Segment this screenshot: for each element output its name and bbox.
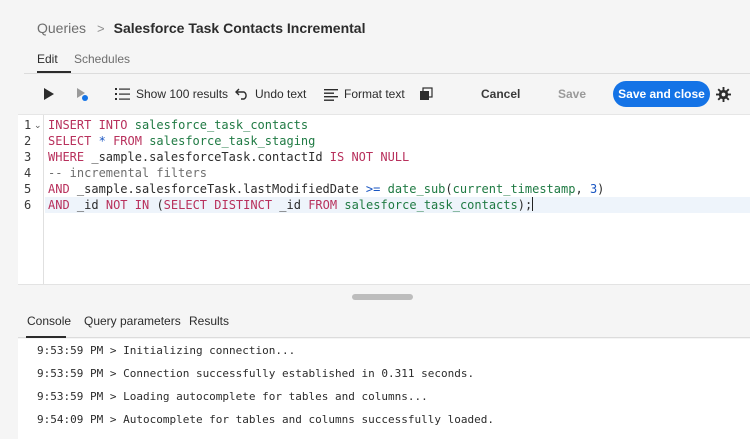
comment: -- incremental filters xyxy=(48,166,207,180)
function-name: current_timestamp xyxy=(452,182,576,196)
play-icon xyxy=(44,88,54,100)
line-number: 1 xyxy=(24,118,32,132)
sql-editor[interactable]: 1 ⌄ 2 3 4 5 6 INSERT INTO salesforce_tas… xyxy=(18,114,750,285)
log-line: 9:53:59 PM > Loading autocomplete for ta… xyxy=(37,390,428,403)
keyword: IS NOT NULL xyxy=(329,150,410,164)
tab-edit[interactable]: Edit xyxy=(37,52,58,66)
format-text-button[interactable]: Format text xyxy=(324,75,405,113)
copy-button[interactable] xyxy=(419,75,433,113)
fold-chevron-icon[interactable]: ⌄ xyxy=(34,120,42,131)
field-path: _sample.salesforceTask.contactId xyxy=(91,150,323,164)
format-label: Format text xyxy=(344,87,405,101)
show-results-button[interactable]: Show 100 results xyxy=(115,75,228,113)
undo-label: Undo text xyxy=(255,87,307,101)
save-and-close-button[interactable]: Save and close xyxy=(613,81,710,107)
keyword: FROM xyxy=(308,198,338,212)
console-output: 9:53:59 PM > Initializing connection... … xyxy=(18,339,750,439)
keyword: AND xyxy=(48,198,70,212)
keyword: SELECT xyxy=(48,134,92,148)
code-line[interactable]: AND _id NOT IN (SELECT DISTINCT _id FROM… xyxy=(48,197,534,213)
cancel-button[interactable]: Cancel xyxy=(481,75,520,113)
panel-divider xyxy=(18,284,750,285)
text-cursor xyxy=(532,197,534,211)
line-number: 5 xyxy=(24,182,32,196)
save-button[interactable]: Save xyxy=(558,75,586,113)
code-line[interactable]: WHERE _sample.salesforceTask.contactId I… xyxy=(48,149,409,165)
identifier: salesforce_task_staging xyxy=(149,134,316,148)
undo-button[interactable]: Undo text xyxy=(235,75,306,113)
show-results-label: Show 100 results xyxy=(136,87,229,101)
field-name: _id xyxy=(76,198,99,212)
punctuation: ); xyxy=(517,198,533,212)
settings-button[interactable] xyxy=(716,75,731,113)
format-icon xyxy=(324,88,338,101)
run-selection-icon xyxy=(77,88,88,101)
active-tab-indicator xyxy=(26,336,66,338)
punctuation: ) xyxy=(597,182,605,196)
copy-icon xyxy=(420,87,433,100)
identifier: salesforce_task_contacts xyxy=(134,118,309,132)
chevron-right-icon: > xyxy=(97,20,105,36)
list-icon xyxy=(115,88,130,100)
punctuation: ( xyxy=(445,182,453,196)
run-selected-button[interactable] xyxy=(74,75,90,113)
line-number: 2 xyxy=(24,134,32,148)
breadcrumb-queries-link[interactable]: Queries xyxy=(37,20,86,36)
line-gutter: 1 ⌄ 2 3 4 5 6 xyxy=(18,115,44,285)
tab-query-parameters[interactable]: Query parameters xyxy=(84,314,181,328)
keyword: SELECT DISTINCT xyxy=(163,198,273,212)
field-name: _id xyxy=(279,198,301,212)
run-button[interactable] xyxy=(41,75,55,113)
keyword: FROM xyxy=(113,134,142,148)
identifier: salesforce_task_contacts xyxy=(344,198,518,212)
code-line[interactable]: INSERT INTO salesforce_task_contacts xyxy=(48,117,308,133)
gear-icon xyxy=(716,86,731,102)
code-line[interactable]: -- incremental filters xyxy=(48,165,207,181)
tab-console[interactable]: Console xyxy=(27,314,71,328)
code-line[interactable]: SELECT * FROM salesforce_task_staging xyxy=(48,133,315,149)
undo-icon xyxy=(235,88,247,100)
breadcrumb: Queries > Salesforce Task Contacts Incre… xyxy=(37,17,365,39)
line-number: 3 xyxy=(24,150,32,164)
resize-handle[interactable] xyxy=(352,294,413,300)
console-tabs: Console Query parameters Results xyxy=(18,310,750,338)
active-tab-indicator xyxy=(37,71,71,73)
field-path: _sample.salesforceTask.lastModifiedDate xyxy=(76,182,359,196)
tab-schedules[interactable]: Schedules xyxy=(74,52,130,66)
toolbar: Show 100 results Undo text Format text C… xyxy=(24,75,750,113)
log-line: 9:53:59 PM > Connection successfully est… xyxy=(37,367,475,380)
punctuation: , xyxy=(575,182,583,196)
keyword: AND xyxy=(48,182,70,196)
operator: * xyxy=(98,134,106,148)
page-title: Salesforce Task Contacts Incremental xyxy=(113,20,366,36)
code-line[interactable]: AND _sample.salesforceTask.lastModifiedD… xyxy=(48,181,604,197)
keyword: WHERE xyxy=(48,150,85,164)
keyword: INSERT INTO xyxy=(48,118,128,132)
tab-results[interactable]: Results xyxy=(189,314,229,328)
log-line: 9:54:09 PM > Autocomplete for tables and… xyxy=(37,413,494,426)
top-tabs: Edit Schedules xyxy=(24,50,750,74)
log-line: 9:53:59 PM > Initializing connection... xyxy=(37,344,296,357)
line-number: 6 xyxy=(24,198,32,212)
keyword: NOT IN xyxy=(105,198,150,212)
line-number: 4 xyxy=(24,166,32,180)
punctuation: ( xyxy=(156,198,164,212)
operator: >= xyxy=(365,182,381,196)
function-name: date_sub xyxy=(387,182,446,196)
